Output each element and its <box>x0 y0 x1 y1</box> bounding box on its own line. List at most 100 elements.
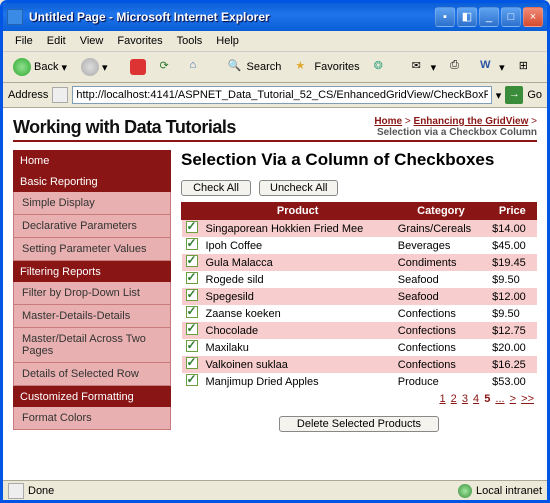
menu-tools[interactable]: Tools <box>171 33 209 49</box>
cell-price: $53.00 <box>488 373 536 390</box>
go-button[interactable]: → <box>505 86 523 104</box>
menu-help[interactable]: Help <box>210 33 245 49</box>
cell-category: Grains/Cereals <box>394 220 488 238</box>
window-minimize-button[interactable]: _ <box>479 7 499 27</box>
search-icon: 🔍 <box>228 59 244 75</box>
pager-page[interactable]: 2 <box>450 393 458 405</box>
cell-category: Beverages <box>394 237 488 254</box>
sidebar-category[interactable]: Customized Formatting <box>13 386 171 407</box>
favorites-button[interactable]: ★Favorites <box>290 56 364 78</box>
pager-next[interactable]: > <box>509 393 517 405</box>
row-checkbox[interactable] <box>186 289 198 301</box>
cell-price: $12.00 <box>488 288 536 305</box>
pager-page[interactable]: 5 <box>483 393 491 405</box>
discuss-icon: ⊞ <box>519 59 535 75</box>
mail-icon: ✉ <box>412 59 428 75</box>
search-button[interactable]: 🔍Search <box>223 56 287 78</box>
print-button[interactable]: ⎙ <box>445 56 471 78</box>
sidebar-item[interactable]: Format Colors <box>13 407 171 430</box>
print-icon: ⎙ <box>450 59 466 75</box>
sidebar-item[interactable]: Setting Parameter Values <box>13 238 171 261</box>
breadcrumb-home[interactable]: Home <box>374 116 402 127</box>
sidebar-item[interactable]: Filter by Drop-Down List <box>13 282 171 305</box>
table-row: ChocoladeConfections$12.75 <box>182 322 537 339</box>
cell-price: $12.75 <box>488 322 536 339</box>
cell-price: $45.00 <box>488 237 536 254</box>
window-btn-aux2[interactable]: ◧ <box>457 7 477 27</box>
address-input[interactable] <box>72 86 491 104</box>
cell-product: Maxilaku <box>202 339 394 356</box>
table-row: Valkoinen suklaaConfections$16.25 <box>182 356 537 373</box>
page-heading: Working with Data Tutorials <box>13 117 236 138</box>
table-row: Gula MalaccaCondiments$19.45 <box>182 254 537 271</box>
sidebar-item[interactable]: Master-Details-Details <box>13 305 171 328</box>
row-checkbox[interactable] <box>186 374 198 386</box>
breadcrumb-l2[interactable]: Enhancing the GridView <box>414 116 529 127</box>
stop-button[interactable] <box>125 56 151 78</box>
sidebar-item[interactable]: Simple Display <box>13 192 171 215</box>
refresh-button[interactable]: ⟳ <box>155 56 181 78</box>
pager-last[interactable]: >> <box>520 393 535 405</box>
word-icon: W <box>480 59 496 75</box>
breadcrumb-current: Selection via a Checkbox Column <box>377 127 537 138</box>
research-button[interactable]: ✎ <box>544 56 550 78</box>
cell-price: $9.50 <box>488 271 536 288</box>
cell-price: $16.25 <box>488 356 536 373</box>
address-label: Address <box>8 89 48 101</box>
uncheck-all-button[interactable]: Uncheck All <box>259 180 338 196</box>
discuss-button[interactable]: ⊞ <box>514 56 540 78</box>
back-button[interactable]: Back ▾ <box>8 55 72 79</box>
done-icon <box>8 483 24 499</box>
pager-page[interactable]: 4 <box>472 393 480 405</box>
row-checkbox[interactable] <box>186 238 198 250</box>
pager-page[interactable]: 3 <box>461 393 469 405</box>
pager: 1 2 3 4 5 ... > >> <box>181 390 537 408</box>
window-btn-aux1[interactable]: ▪ <box>435 7 455 27</box>
home-icon: ⌂ <box>190 59 206 75</box>
col-checkbox <box>182 203 202 220</box>
row-checkbox[interactable] <box>186 306 198 318</box>
main-panel: Selection Via a Column of Checkboxes Che… <box>181 150 537 436</box>
sidebar-item[interactable]: Master/Detail Across Two Pages <box>13 328 171 363</box>
media-icon: ❂ <box>374 59 390 75</box>
menu-file[interactable]: File <box>9 33 39 49</box>
refresh-icon: ⟳ <box>160 59 176 75</box>
row-checkbox[interactable] <box>186 340 198 352</box>
page-icon <box>52 87 68 103</box>
cell-product: Ipoh Coffee <box>202 237 394 254</box>
sidebar-category[interactable]: Basic Reporting <box>13 171 171 192</box>
pager-more[interactable]: ... <box>494 393 505 405</box>
row-checkbox[interactable] <box>186 255 198 267</box>
mail-button[interactable]: ✉▾ <box>407 56 442 78</box>
delete-selected-button[interactable]: Delete Selected Products <box>279 416 439 432</box>
home-button[interactable]: ⌂ <box>185 56 211 78</box>
cell-category: Condiments <box>394 254 488 271</box>
sidebar-item[interactable]: Declarative Parameters <box>13 215 171 238</box>
sidebar-category[interactable]: Filtering Reports <box>13 261 171 282</box>
menu-edit[interactable]: Edit <box>41 33 72 49</box>
window-close-button[interactable]: × <box>523 7 543 27</box>
sidebar-item[interactable]: Details of Selected Row <box>13 363 171 386</box>
row-checkbox[interactable] <box>186 272 198 284</box>
sidebar-category[interactable]: Home <box>13 150 171 171</box>
cell-product: Singaporean Hokkien Fried Mee <box>202 220 394 238</box>
page-content: Working with Data Tutorials Home > Enhan… <box>3 108 547 480</box>
pager-page[interactable]: 1 <box>438 393 446 405</box>
row-checkbox[interactable] <box>186 323 198 335</box>
menu-view[interactable]: View <box>74 33 110 49</box>
window-maximize-button[interactable]: □ <box>501 7 521 27</box>
check-all-button[interactable]: Check All <box>181 180 251 196</box>
cell-product: Zaanse koeken <box>202 305 394 322</box>
edit-button[interactable]: W▾ <box>475 56 510 78</box>
breadcrumb: Home > Enhancing the GridView > Selectio… <box>374 116 537 138</box>
row-checkbox[interactable] <box>186 357 198 369</box>
address-dropdown[interactable]: ▾ <box>496 89 502 102</box>
toolbar: Back ▾ ▾ ⟳ ⌂ 🔍Search ★Favorites ❂ ✉▾ ⎙ W… <box>3 52 547 83</box>
menu-favorites[interactable]: Favorites <box>111 33 168 49</box>
star-icon: ★ <box>295 59 311 75</box>
cell-price: $20.00 <box>488 339 536 356</box>
forward-button[interactable]: ▾ <box>76 55 113 79</box>
row-checkbox[interactable] <box>186 221 198 233</box>
cell-product: Rogede sild <box>202 271 394 288</box>
media-button[interactable]: ❂ <box>369 56 395 78</box>
